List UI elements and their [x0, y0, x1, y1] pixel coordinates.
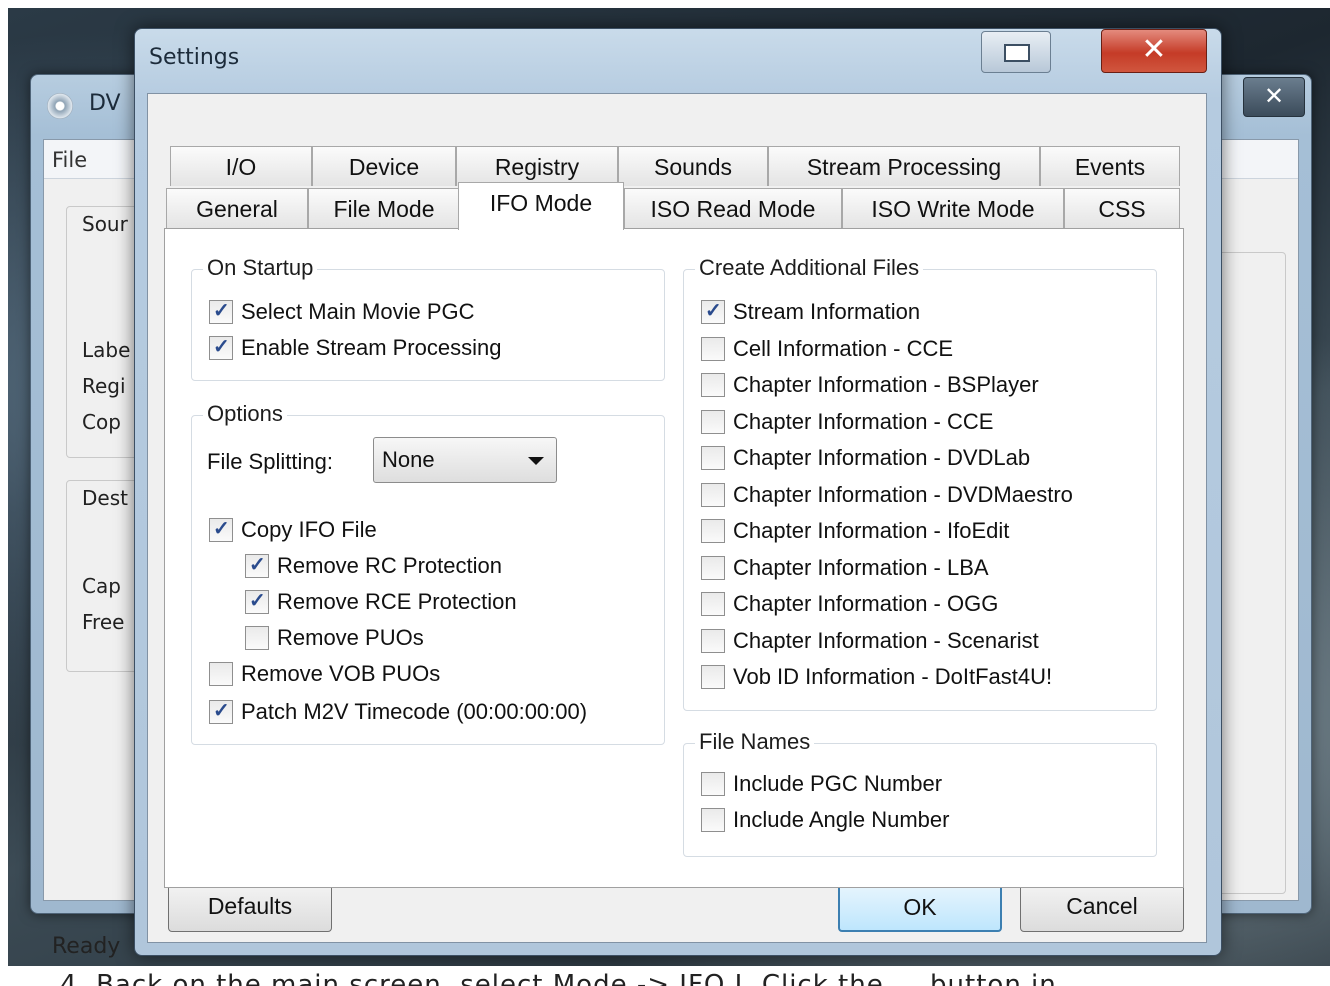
checkbox-select-main-movie-pgc[interactable]: Select Main Movie PGC	[209, 297, 475, 327]
bg-label-destination: Dest	[82, 486, 128, 510]
menu-file[interactable]: File	[52, 148, 87, 172]
bg-label-copy: Cop	[82, 410, 121, 434]
dialog-body: I/O Device Registry Sounds Stream Proces…	[147, 93, 1207, 943]
tab-iso-read-mode[interactable]: ISO Read Mode	[624, 188, 842, 228]
tab-io[interactable]: I/O	[170, 146, 312, 186]
disc-icon	[47, 93, 73, 119]
checkbox-caf-item[interactable]: Vob ID Information - DoItFast4U!	[701, 662, 1052, 692]
checkbox-caf-item[interactable]: Chapter Information - LBA	[701, 553, 989, 583]
checkbox-remove-rc-protection[interactable]: Remove RC Protection	[245, 551, 502, 581]
chevron-down-icon	[528, 457, 544, 465]
tab-device[interactable]: Device	[312, 146, 456, 186]
bg-label-label: Labe	[82, 338, 131, 362]
close-button[interactable]: ✕	[1101, 29, 1207, 73]
checkbox-caf-item[interactable]: Chapter Information - OGG	[701, 589, 998, 619]
checkbox-remove-vob-puos[interactable]: Remove VOB PUOs	[209, 659, 440, 689]
checkbox-caf-item[interactable]: Chapter Information - DVDLab	[701, 443, 1030, 473]
caption-text: 4. Back on the main screen, select Mode …	[60, 970, 1094, 986]
checkbox-enable-stream-processing[interactable]: Enable Stream Processing	[209, 333, 501, 363]
checkbox-include-pgc-number[interactable]: Include PGC Number	[701, 769, 942, 799]
tab-general[interactable]: General	[166, 188, 308, 228]
right-panel	[1212, 252, 1286, 894]
checkbox-caf-item[interactable]: Chapter Information - IfoEdit	[701, 516, 1009, 546]
on-startup-title: On Startup	[203, 255, 318, 281]
ifo-mode-page: On Startup Select Main Movie PGC Enable …	[164, 228, 1184, 888]
file-names-group	[683, 743, 1157, 857]
tab-events[interactable]: Events	[1040, 146, 1180, 186]
bg-label-region: Regi	[82, 374, 126, 398]
dialog-title: Settings	[149, 45, 240, 70]
file-splitting-select[interactable]: None	[373, 437, 557, 483]
tab-css[interactable]: CSS	[1064, 188, 1180, 228]
tab-iso-write-mode[interactable]: ISO Write Mode	[842, 188, 1064, 228]
checkbox-patch-m2v-timecode[interactable]: Patch M2V Timecode (00:00:00:00)	[209, 697, 587, 727]
background-close-button[interactable]: ✕	[1243, 77, 1305, 117]
background-window-title: DV	[89, 91, 121, 116]
settings-dialog: Settings ✕ I/O Device Registry Sounds St…	[134, 28, 1222, 956]
restore-icon	[1004, 44, 1030, 62]
checkbox-caf-item[interactable]: Chapter Information - Scenarist	[701, 626, 1039, 656]
tab-registry[interactable]: Registry	[456, 146, 618, 186]
checkbox-remove-rce-protection[interactable]: Remove RCE Protection	[245, 587, 517, 617]
bg-label-source: Sour	[82, 212, 128, 236]
caption-strip: 4. Back on the main screen, select Mode …	[0, 966, 1330, 986]
bg-label-free: Free	[82, 610, 125, 634]
create-additional-files-title: Create Additional Files	[695, 255, 924, 281]
status-bar-text: Ready	[52, 934, 121, 959]
restore-button[interactable]	[981, 31, 1051, 73]
file-splitting-label: File Splitting:	[207, 449, 333, 474]
checkbox-caf-item[interactable]: Chapter Information - DVDMaestro	[701, 480, 1073, 510]
checkbox-caf-item[interactable]: Chapter Information - BSPlayer	[701, 370, 1039, 400]
tab-file-mode[interactable]: File Mode	[308, 188, 460, 228]
tab-stream-processing[interactable]: Stream Processing	[768, 146, 1040, 186]
checkbox-remove-puos[interactable]: Remove PUOs	[245, 623, 424, 653]
checkbox-caf-item[interactable]: Cell Information - CCE	[701, 334, 953, 364]
checkbox-caf-item[interactable]: Chapter Information - CCE	[701, 407, 993, 437]
checkbox-include-angle-number[interactable]: Include Angle Number	[701, 805, 949, 835]
checkbox-caf-item[interactable]: Stream Information	[701, 297, 920, 327]
checkbox-copy-ifo-file[interactable]: Copy IFO File	[209, 515, 377, 545]
tab-ifo-mode[interactable]: IFO Mode	[458, 182, 624, 230]
options-title: Options	[203, 401, 287, 427]
bg-label-capacity: Cap	[82, 574, 121, 598]
file-names-title: File Names	[695, 729, 815, 755]
tab-sounds[interactable]: Sounds	[618, 146, 768, 186]
